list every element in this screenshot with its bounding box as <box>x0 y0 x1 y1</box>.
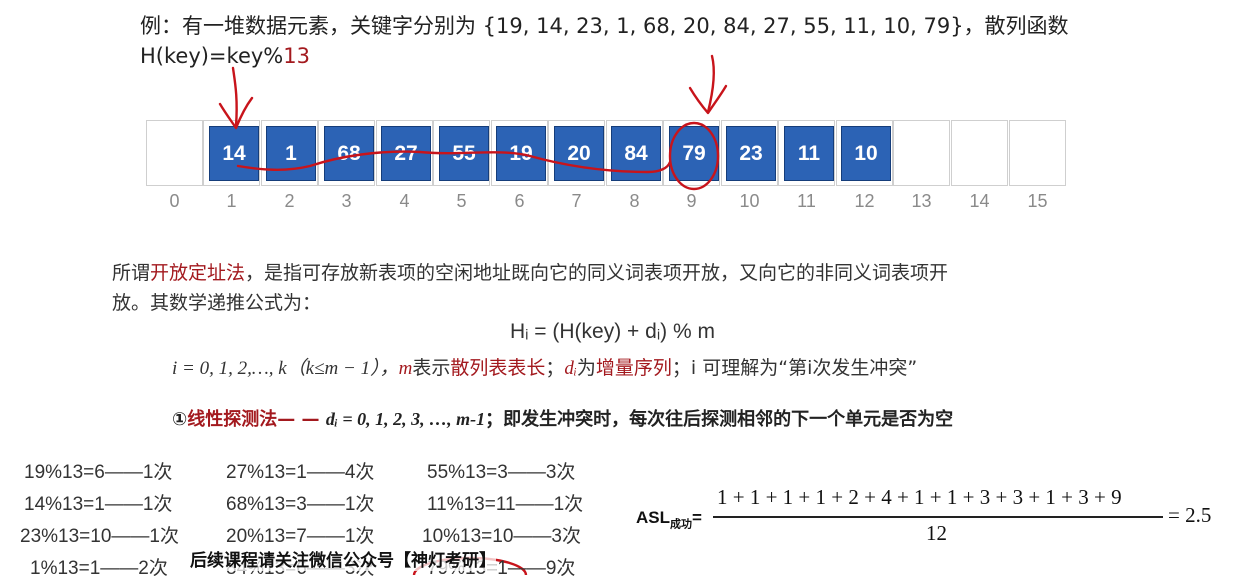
linear-probe-line: ①线性探测法— — dᵢ = 0, 1, 2, 3, …, m-1；即发生冲突时… <box>172 405 953 431</box>
definition-line-2: 放。其数学递推公式为： <box>112 292 322 314</box>
table-cell-15 <box>1009 120 1066 186</box>
table-value: 11 <box>784 126 834 181</box>
open-addressing-term: 开放定址法 <box>150 262 246 284</box>
condition-i: i = 0, 1, 2,…, k（k≤m − 1）， <box>172 358 399 379</box>
condition-m-text: 表示 <box>412 357 451 379</box>
table-index: 13 <box>911 191 932 211</box>
definition-line-1: 所谓开放定址法，是指可存放新表项的空闲地址既向它的同义词表项开放，又向它的非同义… <box>112 258 948 285</box>
table-index: 9 <box>686 191 697 211</box>
table-index: 1 <box>226 191 237 211</box>
intro-line-1: 例：有一堆数据元素，关键字分别为 {19, 14, 23, 1, 68, 20,… <box>140 10 1069 40</box>
table-index: 8 <box>629 191 640 211</box>
table-index: 14 <box>969 191 990 211</box>
table-index: 6 <box>514 191 525 211</box>
table-value: 68 <box>324 126 374 181</box>
table-cell-13 <box>893 120 950 186</box>
table-index: 11 <box>797 191 816 211</box>
table-index: 2 <box>284 191 295 211</box>
intro-line-1-text: 例：有一堆数据元素，关键字分别为 {19, 14, 23, 1, 68, 20,… <box>140 14 1069 38</box>
table-cell-0 <box>146 120 203 186</box>
linear-probe-dash: — — <box>277 409 320 430</box>
linear-probe-term: 线性探测法 <box>187 409 278 430</box>
subscription-watermark: 后续课程请关注微信公众号【神灯考研】 <box>190 546 496 571</box>
table-value: 1 <box>266 126 316 181</box>
calc-item: 23%13=10——1次 <box>20 526 179 547</box>
linear-probe-number: ① <box>172 409 188 430</box>
intro-line-2: H(key)=key%13 <box>140 44 310 68</box>
definition-rest-1: ，是指可存放新表项的空闲地址既向它的同义词表项开放，又向它的非同义词表项开 <box>245 262 949 284</box>
calc-item: 68%13=3——1次 <box>226 494 375 515</box>
asl-result: = 2.5 <box>1168 503 1212 527</box>
down-arrow-icon <box>706 54 716 114</box>
probe-formula: Hᵢ = (H(key) + dᵢ) % m <box>510 320 715 343</box>
table-index: 10 <box>739 191 760 211</box>
condition-separator: ； <box>545 357 565 379</box>
definition-intro: 所谓 <box>112 262 151 284</box>
asl-text: ASL <box>636 508 670 527</box>
asl-equals: = <box>692 508 702 527</box>
calc-item: 27%13=1——4次 <box>226 462 375 483</box>
table-cell-14 <box>951 120 1008 186</box>
increment-sequence-term: 增量序列 <box>595 357 672 379</box>
table-index: 5 <box>456 191 467 211</box>
table-index: 7 <box>571 191 582 211</box>
asl-label: ASL成功= <box>636 508 702 531</box>
calc-item: 10%13=10——3次 <box>422 526 581 547</box>
table-value: 79 <box>669 126 719 181</box>
table-value: 23 <box>726 126 776 181</box>
table-index: 0 <box>169 191 180 211</box>
table-length-term: 散列表表长 <box>450 357 546 379</box>
calc-item: 55%13=3——3次 <box>427 462 576 483</box>
calc-item: 20%13=7——1次 <box>226 526 375 547</box>
hash-modulus: 13 <box>283 44 310 68</box>
calc-item: 11%13=11——1次 <box>427 494 584 515</box>
table-value: 84 <box>611 126 661 181</box>
condition-d-symbol: dᵢ <box>564 358 577 379</box>
table-index: 15 <box>1027 191 1048 211</box>
down-arrow-icon <box>231 66 238 128</box>
calc-item: 14%13=1——1次 <box>24 494 173 515</box>
table-value: 19 <box>496 126 546 181</box>
table-index: 4 <box>399 191 410 211</box>
linear-probe-sequence: dᵢ = 0, 1, 2, 3, …, m-1 <box>325 409 486 429</box>
fraction-bar <box>713 516 1163 518</box>
table-value: 14 <box>209 126 259 181</box>
condition-end: ；i 可理解为“第i次发生冲突” <box>671 357 918 379</box>
condition-m-symbol: m <box>398 358 413 379</box>
calc-item: 19%13=6——1次 <box>24 462 173 483</box>
table-value: 55 <box>439 126 489 181</box>
hash-function-prefix: H(key)=key% <box>140 44 284 68</box>
table-index: 12 <box>854 191 875 211</box>
table-index: 3 <box>341 191 352 211</box>
table-value: 20 <box>554 126 604 181</box>
asl-denominator: 12 <box>926 521 947 545</box>
formula-conditions: i = 0, 1, 2,…, k（k≤m − 1），m表示散列表表长；dᵢ为增量… <box>172 353 917 380</box>
asl-numerator: 1 + 1 + 1 + 1 + 2 + 4 + 1 + 1 + 3 + 3 + … <box>717 485 1122 509</box>
table-value: 10 <box>841 126 891 181</box>
condition-d-text: 为 <box>576 357 596 379</box>
calc-item: 1%13=1——2次 <box>30 558 168 579</box>
table-value: 27 <box>381 126 431 181</box>
linear-probe-description: ；即发生冲突时，每次往后探测相邻的下一个单元是否为空 <box>485 409 954 429</box>
asl-subscript: 成功 <box>670 518 692 531</box>
down-arrow-icon <box>688 84 728 115</box>
